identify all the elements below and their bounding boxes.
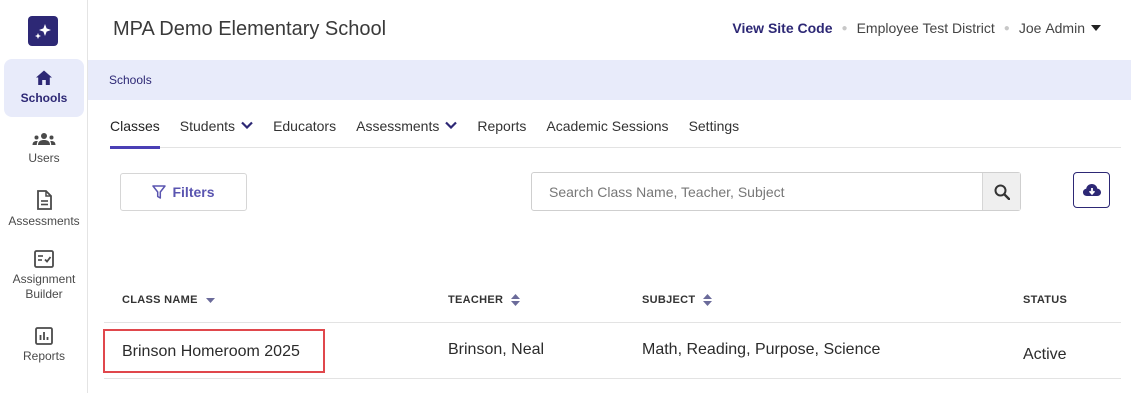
sort-icon [703, 294, 713, 306]
document-icon [37, 190, 52, 210]
sparkle-icon [35, 24, 51, 39]
sidebar-item-assignment-builder[interactable]: Assignment Builder [4, 250, 84, 302]
tab-educators[interactable]: Educators [273, 108, 336, 148]
user-last-name: Admin [1045, 20, 1085, 36]
chevron-down-icon [241, 121, 253, 129]
breadcrumb-bar: Schools [88, 60, 1131, 100]
sort-icon [511, 294, 521, 306]
tab-label: Settings [688, 118, 740, 134]
tab-settings[interactable]: Settings [689, 108, 740, 148]
tab-reports[interactable]: Reports [477, 108, 526, 148]
column-header-label: STATUS [1023, 294, 1068, 306]
checklist-icon [34, 250, 54, 268]
sidebar-item-assessments[interactable]: Assessments [4, 190, 84, 230]
sidebar-item-label: Reports [22, 349, 66, 363]
subject-cell: Math, Reading, Purpose, Science [642, 341, 881, 358]
search-button[interactable] [982, 173, 1020, 210]
user-first-name: Joe [1018, 20, 1042, 36]
sidebar-item-label: Assignment Builder [12, 272, 76, 301]
download-button[interactable] [1073, 172, 1110, 208]
tab-assessments[interactable]: Assessments [356, 108, 458, 148]
tab-classes[interactable]: Classes [110, 108, 160, 149]
search-icon [994, 184, 1010, 200]
filters-label: Filters [172, 184, 215, 200]
sidebar-item-label: Assessments [8, 214, 80, 228]
tab-label: Students [179, 118, 236, 134]
cloud-download-icon [1082, 184, 1101, 196]
sidebar-item-label: Users [28, 151, 60, 165]
highlight-box [103, 329, 325, 373]
sidebar-item-schools[interactable]: Schools [4, 59, 84, 117]
page-title: MPA Demo Elementary School [113, 18, 387, 40]
sort-desc-icon [205, 297, 215, 303]
table-divider [104, 322, 1121, 323]
breadcrumb-schools[interactable]: Schools [109, 73, 152, 87]
top-nav: View Site Code ● Employee Test District … [732, 20, 1101, 36]
table-divider [104, 378, 1121, 379]
search-input[interactable] [532, 173, 983, 210]
tab-students[interactable]: Students [180, 108, 253, 148]
users-icon [32, 133, 56, 145]
status-cell: Active [1023, 346, 1067, 363]
filter-icon [152, 185, 167, 199]
home-icon [36, 70, 52, 85]
chevron-down-icon [445, 121, 458, 129]
separator-dot: ● [1003, 22, 1010, 34]
sidebar-item-users[interactable]: Users [4, 131, 84, 171]
tab-label: Educators [273, 118, 337, 134]
column-header-class-name[interactable]: CLASS NAME [122, 294, 215, 306]
sidebar-item-label: Schools [20, 91, 68, 105]
view-site-code-link[interactable]: View Site Code [732, 20, 832, 36]
column-header-teacher[interactable]: TEACHER [448, 294, 521, 306]
sidebar: Schools Users Assessments Assignment Bui… [0, 0, 88, 393]
bar-chart-icon [35, 327, 53, 345]
column-header-subject[interactable]: SUBJECT [642, 294, 713, 306]
search-box [531, 172, 1021, 211]
teacher-cell: Brinson, Neal [448, 341, 545, 358]
user-menu[interactable]: Joe Admin [1019, 20, 1101, 36]
app-logo[interactable] [28, 16, 58, 46]
tab-label: Academic Sessions [546, 118, 669, 134]
column-header-label: SUBJECT [642, 294, 696, 306]
tab-label: Reports [477, 118, 527, 134]
column-header-status: STATUS [1023, 294, 1067, 306]
tab-label: Classes [110, 118, 160, 134]
tab-academic-sessions[interactable]: Academic Sessions [546, 108, 668, 148]
tab-bar: Classes Students Educators Assessments R… [110, 108, 1121, 149]
filters-button[interactable]: Filters [120, 173, 247, 211]
tab-label: Assessments [356, 118, 440, 134]
district-name: Employee Test District [856, 20, 995, 36]
sidebar-item-reports[interactable]: Reports [4, 327, 84, 367]
caret-down-icon [1091, 25, 1101, 31]
column-header-label: TEACHER [448, 294, 504, 306]
separator-dot: ● [841, 22, 848, 34]
column-header-label: CLASS NAME [122, 294, 198, 306]
